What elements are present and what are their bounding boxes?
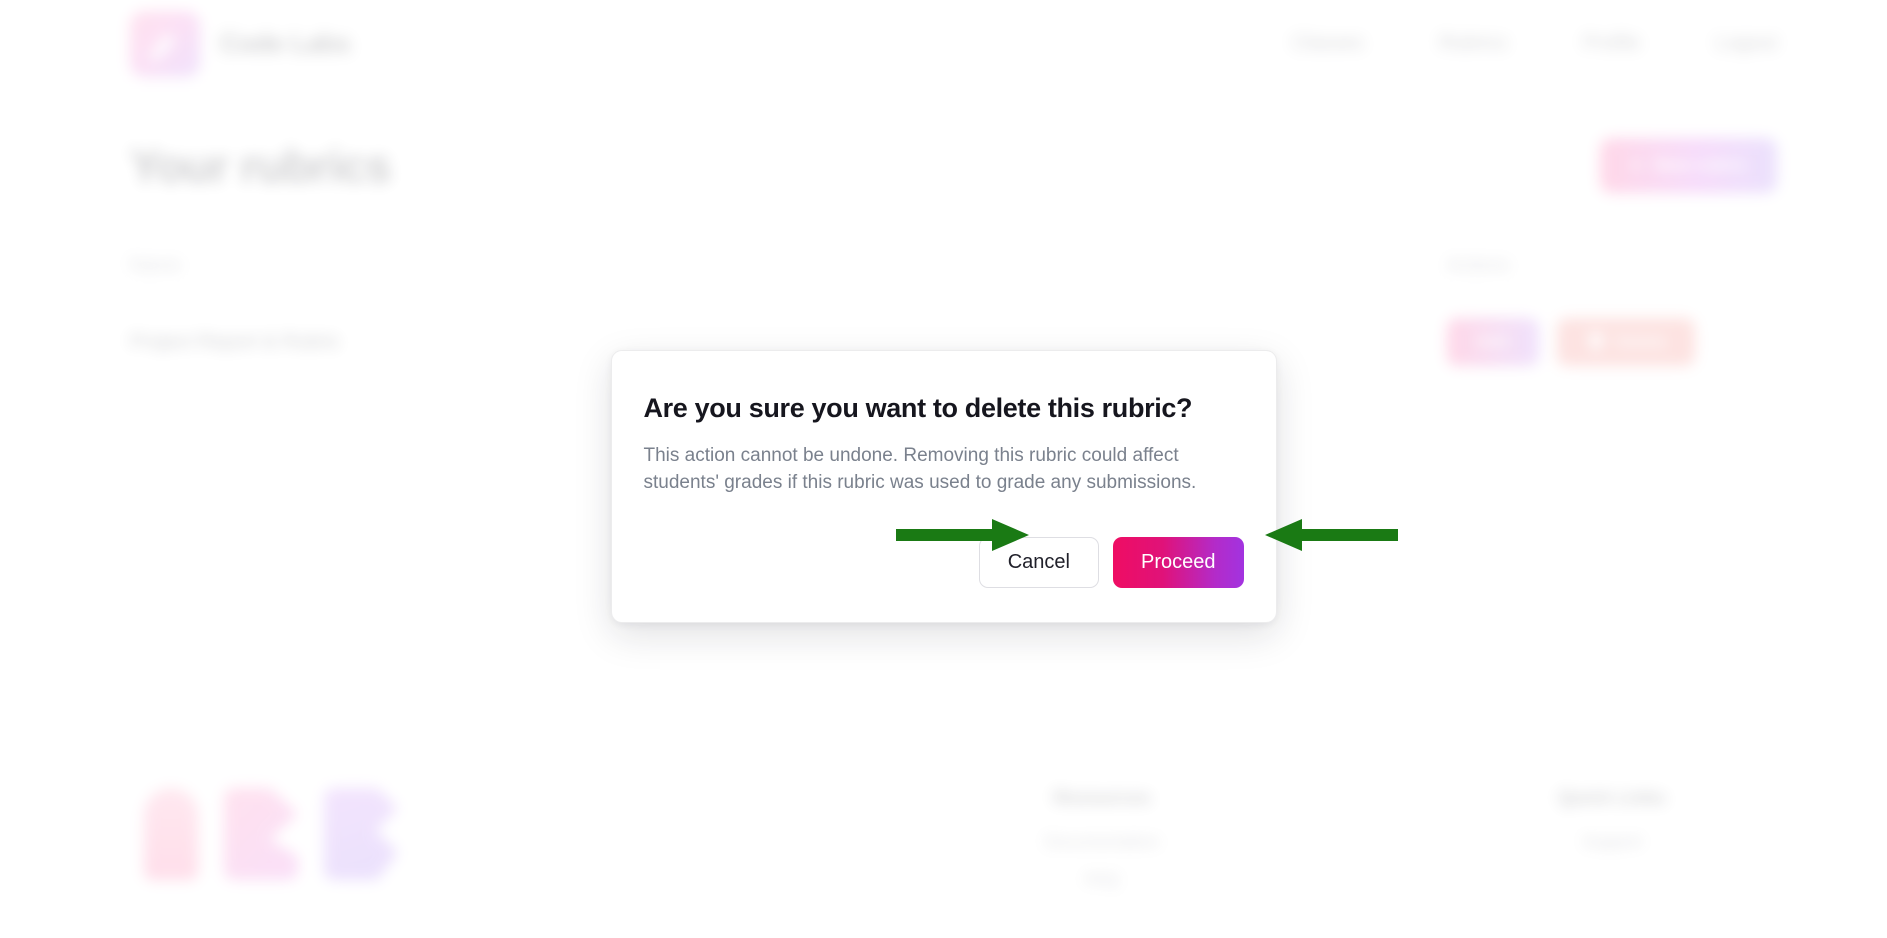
modal-overlay[interactable]: Are you sure you want to delete this rub…	[0, 0, 1887, 938]
modal-actions: Cancel Proceed	[644, 536, 1244, 588]
modal-title: Are you sure you want to delete this rub…	[643, 393, 1193, 423]
delete-rubric-modal: Are you sure you want to delete this rub…	[610, 350, 1277, 623]
modal-body-text: This action cannot be undone. Removing t…	[643, 445, 1197, 493]
proceed-button[interactable]: Proceed	[1113, 536, 1244, 588]
cancel-button[interactable]: Cancel	[978, 536, 1099, 588]
